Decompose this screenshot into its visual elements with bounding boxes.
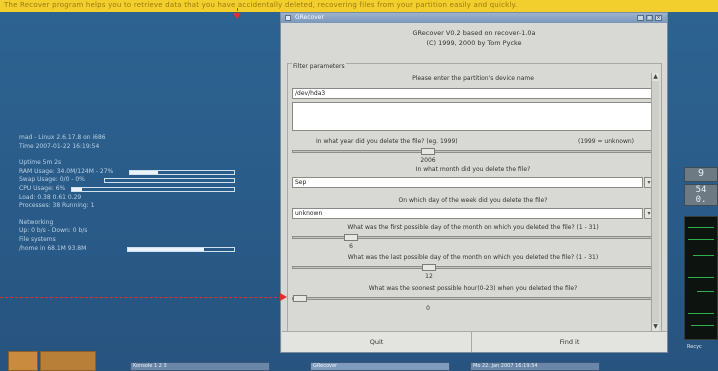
year-value: 2006 [420, 157, 436, 164]
cpu-bar [71, 186, 235, 192]
year-slider-knob[interactable] [421, 148, 435, 155]
ram-row: RAM Usage: 34.0M/124M - 27% [19, 168, 259, 177]
uptime-line: Uptime 5m 2s [19, 159, 62, 167]
net-line: Up: 0 b/s - Down: 0 b/s [19, 227, 88, 235]
year-question-text: In what year did you delete the file? (e… [316, 138, 458, 145]
weekday-question: On which day of the week did you delete … [398, 197, 548, 204]
cpu-label: CPU Usage: 6% [19, 184, 66, 192]
last-day-value: 12 [425, 273, 433, 280]
first-day-slider-knob[interactable] [344, 234, 358, 241]
caption-text: The Recover program helps you to retriev… [4, 1, 518, 9]
filesystems-label: File systems [19, 235, 56, 243]
last-day-question: What was the last possible day of the mo… [347, 254, 599, 261]
first-day-value: 6 [349, 243, 353, 250]
system-monitor: mad - Linux 2.6.17.8 on i686 Time 2007-0… [19, 134, 259, 253]
clock-widget-2-bottom: 0. [695, 195, 707, 205]
graph-label: Recyc [687, 344, 702, 350]
load-line: Load: 0.38 0.61 0.29 [19, 193, 82, 201]
launcher-panel[interactable] [40, 351, 96, 371]
clock-widget-2: 54 0. [684, 184, 718, 206]
hour-question: What was the soonest possible hour(0-23)… [368, 285, 578, 292]
scroll-up-icon[interactable]: ▲ [652, 73, 659, 81]
device-question: Please enter the partition's device name [412, 75, 534, 82]
fs-label: /home in 68.1M 93.8M [19, 244, 87, 252]
activity-graph [684, 216, 718, 340]
hour-slider-track[interactable] [292, 297, 654, 300]
time-line: Time 2007-01-22 16:19:54 [19, 142, 100, 150]
caption-band: The Recover program helps you to retriev… [0, 0, 718, 12]
window-titlebar[interactable]: GRecover _ □ × [281, 13, 667, 23]
panel-scrollbar[interactable]: ▲ ▼ [651, 73, 659, 331]
header-version: GRecover V0.2 based on recover-1.0a [412, 29, 536, 37]
close-icon[interactable]: × [655, 15, 662, 21]
swap-label: Swap Usage: 0/0 - 0% [19, 176, 85, 184]
find-it-button[interactable]: Find it [472, 331, 667, 352]
minimize-icon[interactable]: _ [637, 15, 644, 21]
annotation-arrowhead-right [280, 293, 287, 301]
quit-button[interactable]: Quit [282, 331, 472, 352]
clock-widget-1: 9 [684, 167, 718, 182]
scroll-down-icon[interactable]: ▼ [652, 323, 659, 331]
month-combo[interactable]: Sep [292, 177, 643, 188]
panel-label: Filter parameters [292, 63, 346, 70]
first-day-question: What was the first possible day of the m… [347, 224, 599, 231]
month-question: In what month did you delete the file? [415, 166, 531, 173]
hour-slider-knob[interactable] [293, 295, 307, 302]
maximize-icon[interactable]: □ [646, 15, 653, 21]
annotation-arrow-horizontal [0, 297, 282, 298]
filter-panel: Filter parameters Please enter the parti… [287, 63, 662, 336]
menu-button[interactable] [8, 351, 38, 371]
last-day-slider-knob[interactable] [422, 264, 436, 271]
taskbar-clock: Mo 22. Jan 2007 16:19:54 [470, 362, 600, 371]
window-title: GRecover [295, 14, 324, 21]
host-line: mad - Linux 2.6.17.8 on i686 [19, 134, 106, 141]
year-hint: (1999 = unknown) [577, 138, 634, 145]
app-icon [285, 15, 291, 21]
ram-label: RAM Usage: 34.0M/124M - 27% [19, 167, 114, 175]
fs-bar [127, 246, 235, 252]
device-textarea[interactable] [292, 102, 654, 131]
grecover-window: GRecover _ □ × GRecover V0.2 based on re… [280, 12, 668, 353]
taskbar-item-konsole[interactable]: Konsole 1 2 3 [130, 362, 270, 371]
cpu-row: CPU Usage: 6% [19, 185, 259, 194]
header-copyright: (C) 1999, 2000 by Tom Pycke [426, 39, 522, 47]
year-question: In what year did you delete the file? (e… [292, 138, 654, 145]
hour-value: 0 [426, 305, 430, 312]
clock-widget-2-top: 54 [695, 185, 707, 195]
networking-label: Networking [19, 218, 54, 226]
ram-bar [129, 169, 235, 175]
processes-line: Processes: 38 Running: 1 [19, 202, 95, 210]
fs-row: /home in 68.1M 93.8M [19, 245, 259, 254]
last-day-slider-track[interactable] [292, 266, 654, 269]
weekday-combo[interactable]: unknown [292, 208, 643, 219]
annotation-arrowhead-down [233, 13, 241, 19]
year-slider-track[interactable] [292, 150, 654, 153]
taskbar-item-grecover[interactable]: GRecover [310, 362, 450, 371]
device-field[interactable]: /dev/hda3 [292, 88, 654, 99]
swap-bar [104, 178, 235, 184]
swap-row: Swap Usage: 0/0 - 0% [19, 176, 259, 185]
